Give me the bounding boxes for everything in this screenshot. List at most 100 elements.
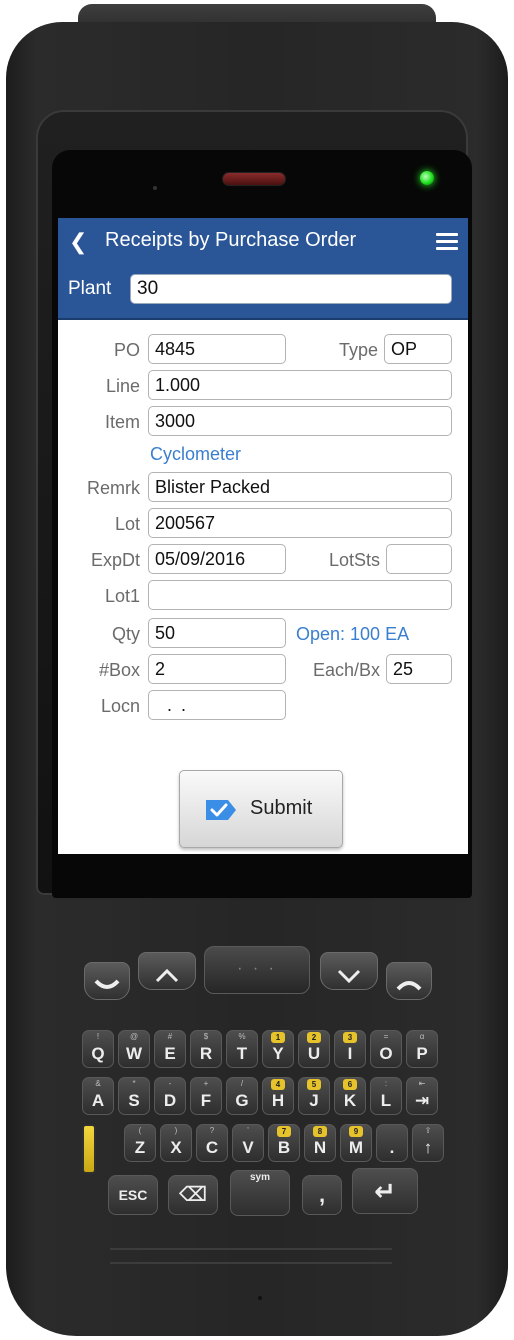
key-sub-label: : [384, 1079, 388, 1088]
key-sub-label: ⇪ [424, 1126, 432, 1135]
key-row3-3[interactable]: ' V [232, 1124, 264, 1162]
sensor-dot [153, 186, 157, 190]
key-main-label: R [199, 1044, 213, 1063]
key-main-label: C [205, 1138, 219, 1157]
key-row2-2[interactable]: -D [154, 1077, 186, 1115]
location-label: Locn [100, 696, 140, 716]
key-sub-label: ' [247, 1126, 249, 1135]
key-row1-6[interactable]: 2U [298, 1030, 330, 1068]
chevron-left-icon[interactable]: ❮ [69, 228, 93, 256]
key-row3-2[interactable]: ? C [196, 1124, 228, 1162]
app-header: ❮ Receipts by Purchase Order Plant 30 [58, 218, 468, 320]
key-sub-label: @ [129, 1032, 139, 1041]
key-row3-4[interactable]: 7B [268, 1124, 300, 1162]
key-row2-7[interactable]: 6K [334, 1077, 366, 1115]
key-row2-0[interactable]: & A [82, 1077, 114, 1115]
down-arrow-key[interactable] [320, 952, 378, 990]
key-row3-0[interactable]: (Z [124, 1124, 156, 1162]
up-arrow-key[interactable] [138, 952, 196, 990]
key-sub-label: ( [138, 1126, 142, 1135]
each-per-box-label: Each/Bx [312, 660, 380, 680]
key-sub-label: ? [209, 1126, 215, 1135]
key-sub-label: 7 [277, 1126, 291, 1137]
qty-input[interactable]: 50 [148, 618, 286, 648]
key-row2-6[interactable]: 5J [298, 1077, 330, 1115]
key-main-label: L [380, 1091, 392, 1110]
key-main-label: I [347, 1044, 353, 1063]
key-sub-label [377, 1125, 407, 1137]
hamburger-menu-icon[interactable] [436, 233, 458, 251]
key-sub-label: 6 [343, 1079, 357, 1090]
key-row3-8[interactable]: ⇪ ↑ [412, 1124, 444, 1162]
key-row1-4[interactable]: % T [226, 1030, 258, 1068]
key-sub-label: = [383, 1032, 389, 1041]
phone-hangup-icon [396, 981, 422, 991]
key-row1-3[interactable]: $ R [190, 1030, 222, 1068]
key-sub-label: 5 [307, 1079, 321, 1090]
key-row3-7[interactable]: . [376, 1124, 408, 1162]
each-per-box-input[interactable]: 25 [386, 654, 452, 684]
function-key[interactable] [82, 1124, 96, 1174]
po-input[interactable]: 4845 [148, 334, 286, 364]
line-input[interactable]: 1.000 [148, 370, 452, 400]
key-row1-8[interactable]: = O [370, 1030, 402, 1068]
key-sub-label: / [240, 1079, 244, 1088]
key-main-label: . [389, 1138, 395, 1157]
remark-input[interactable]: Blister Packed [148, 472, 452, 502]
backspace-key[interactable]: ⌫ [168, 1175, 218, 1215]
plant-input[interactable]: 30 [130, 274, 452, 304]
lot-status-input[interactable] [386, 544, 452, 574]
key-sub-label: 9 [349, 1126, 363, 1137]
key-main-label: V [242, 1138, 254, 1157]
lot1-input[interactable] [148, 580, 452, 610]
key-row3-1[interactable]: ) X [160, 1124, 192, 1162]
key-row2-5[interactable]: 4H [262, 1077, 294, 1115]
key-row3-5[interactable]: 8N [304, 1124, 336, 1162]
key-row1-5[interactable]: 1Y [262, 1030, 294, 1068]
key-row2-4[interactable]: / G [226, 1077, 258, 1115]
call-key[interactable] [84, 962, 130, 1000]
key-sub-label: 8 [313, 1126, 327, 1137]
enter-key[interactable]: ↵ [352, 1168, 418, 1214]
lot-label: Lot [114, 514, 140, 534]
key-row2-1[interactable]: * S [118, 1077, 150, 1115]
plant-label: Plant [68, 278, 112, 299]
key-sub-label: - [168, 1079, 172, 1088]
key-row1-9[interactable]: αP [406, 1030, 438, 1068]
page-title: Receipts by Purchase Order [105, 229, 357, 251]
location-input[interactable]: . . [148, 690, 286, 720]
boxes-input[interactable]: 2 [148, 654, 286, 684]
key-row1-2[interactable]: # E [154, 1030, 186, 1068]
key-row2-9[interactable]: ⇤ ⇥ [406, 1077, 438, 1115]
key-row1-0[interactable]: ! Q [82, 1030, 114, 1068]
key-row1-1[interactable]: @ W [118, 1030, 150, 1068]
key-main-label: S [128, 1091, 140, 1110]
item-description: Cyclometer [150, 444, 242, 464]
key-sub-label: ⇤ [418, 1079, 426, 1088]
scan-key[interactable]: · · · [204, 946, 310, 994]
exp-date-input[interactable]: 05/09/2016 [148, 544, 286, 574]
key-sub-label: & [95, 1079, 101, 1088]
key-main-label: Z [134, 1138, 146, 1157]
end-call-key[interactable] [386, 962, 432, 1000]
key-sub-label: ) [174, 1126, 178, 1135]
space-key-label: sym [249, 1172, 270, 1183]
key-row3-6[interactable]: 9M [340, 1124, 372, 1162]
device-ridge [110, 1248, 392, 1250]
type-input[interactable]: OP [384, 334, 452, 364]
submit-button[interactable]: Submit [179, 770, 343, 848]
key-main-label: G [235, 1091, 249, 1110]
key-row1-7[interactable]: 3I [334, 1030, 366, 1068]
space-key[interactable]: sym [230, 1170, 290, 1216]
key-main-label: X [170, 1138, 182, 1157]
key-row2-8[interactable]: :L [370, 1077, 402, 1115]
lot-input[interactable]: 200567 [148, 508, 452, 538]
key-sub-label: 4 [271, 1079, 285, 1090]
open-quantity: Open: 100 EA [296, 624, 410, 644]
esc-key[interactable]: ESC [108, 1175, 158, 1215]
key-row2-3[interactable]: + F [190, 1077, 222, 1115]
item-input[interactable]: 3000 [148, 406, 452, 436]
menu-bar [436, 233, 458, 236]
comma-key[interactable]: , [302, 1175, 342, 1215]
menu-bar [436, 240, 458, 243]
